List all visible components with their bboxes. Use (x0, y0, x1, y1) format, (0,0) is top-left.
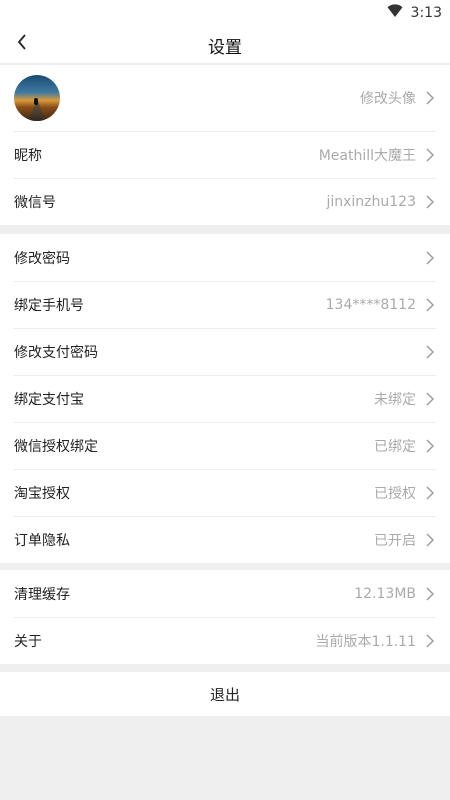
change-pay-password-label: 修改支付密码 (14, 344, 98, 361)
nickname-row[interactable]: 昵称 Meathill大魔王 (0, 131, 450, 178)
nickname-row-right: Meathill大魔王 (319, 145, 434, 165)
avatar-figure (34, 98, 38, 105)
chevron-right-icon (426, 587, 434, 601)
change-password-row[interactable]: 修改密码 (0, 234, 450, 281)
page-title: 设置 (208, 38, 242, 58)
avatar (14, 75, 60, 121)
avatar-row[interactable]: 修改头像 (0, 65, 450, 131)
bind-phone-value: 134****8112 (325, 296, 416, 313)
bind-alipay-row-right: 未绑定 (374, 389, 434, 409)
taobao-auth-row[interactable]: 淘宝授权 已授权 (0, 469, 450, 516)
wechat-id-label: 微信号 (14, 194, 56, 211)
wechat-id-value: jinxinzhu123 (326, 193, 416, 210)
bind-alipay-row[interactable]: 绑定支付宝 未绑定 (0, 375, 450, 422)
about-row[interactable]: 关于 当前版本1.1.11 (0, 617, 450, 664)
status-right: 3:13 (387, 3, 442, 22)
order-privacy-row[interactable]: 订单隐私 已开启 (0, 516, 450, 563)
chevron-right-icon (426, 345, 434, 359)
logout-button[interactable]: 退出 (0, 672, 450, 716)
change-password-label: 修改密码 (14, 250, 70, 267)
profile-section: 修改头像 昵称 Meathill大魔王 微信号 jinxinzhu123 (0, 65, 450, 225)
chevron-right-icon (426, 91, 434, 105)
clear-cache-label: 清理缓存 (14, 586, 70, 603)
bind-alipay-value: 未绑定 (374, 391, 416, 408)
bind-phone-row[interactable]: 绑定手机号 134****8112 (0, 281, 450, 328)
change-avatar-label: 修改头像 (360, 91, 416, 107)
chevron-right-icon (426, 195, 434, 209)
nickname-value: Meathill大魔王 (318, 147, 416, 164)
nickname-label: 昵称 (14, 147, 42, 164)
chevron-right-icon (426, 392, 434, 406)
status-bar: 3:13 (0, 0, 450, 24)
chevron-right-icon (426, 486, 434, 500)
taobao-auth-label: 淘宝授权 (14, 485, 70, 502)
logout-label: 退出 (209, 685, 240, 704)
bind-phone-row-right: 134****8112 (326, 297, 434, 313)
order-privacy-label: 订单隐私 (14, 532, 70, 549)
change-password-row-right (416, 251, 434, 265)
change-pay-password-row[interactable]: 修改支付密码 (0, 328, 450, 375)
chevron-right-icon (426, 298, 434, 312)
wechat-id-row-right: jinxinzhu123 (326, 194, 434, 210)
account-section: 修改密码 绑定手机号 134****8112 修改支付密码 绑定支付宝 未绑定 (0, 234, 450, 563)
status-time: 3:13 (410, 4, 442, 21)
change-pay-password-row-right (416, 345, 434, 359)
wifi-icon (387, 3, 403, 22)
cache-size-value: 12.13MB (354, 585, 416, 602)
chevron-right-icon (426, 148, 434, 162)
wechat-auth-row[interactable]: 微信授权绑定 已绑定 (0, 422, 450, 469)
chevron-right-icon (426, 439, 434, 453)
taobao-auth-row-right: 已授权 (374, 483, 434, 503)
taobao-auth-value: 已授权 (374, 485, 416, 502)
bind-alipay-label: 绑定支付宝 (14, 391, 84, 408)
wechat-id-row[interactable]: 微信号 jinxinzhu123 (0, 178, 450, 225)
misc-section: 清理缓存 12.13MB 关于 当前版本1.1.11 (0, 570, 450, 664)
version-value: 当前版本1.1.11 (315, 633, 416, 650)
wechat-auth-row-right: 已绑定 (374, 436, 434, 456)
wechat-auth-value: 已绑定 (374, 438, 416, 455)
avatar-row-right: 修改头像 (360, 88, 434, 108)
chevron-right-icon (426, 533, 434, 547)
order-privacy-row-right: 已开启 (374, 530, 434, 550)
wechat-auth-label: 微信授权绑定 (14, 438, 98, 455)
chevron-right-icon (426, 634, 434, 648)
chevron-right-icon (426, 251, 434, 265)
bind-phone-label: 绑定手机号 (14, 297, 84, 314)
clear-cache-row-right: 12.13MB (354, 586, 434, 602)
clear-cache-row[interactable]: 清理缓存 12.13MB (0, 570, 450, 617)
order-privacy-value: 已开启 (374, 532, 416, 549)
about-row-right: 当前版本1.1.11 (315, 631, 434, 651)
about-label: 关于 (14, 633, 42, 650)
nav-bar: 设置 (0, 24, 450, 64)
